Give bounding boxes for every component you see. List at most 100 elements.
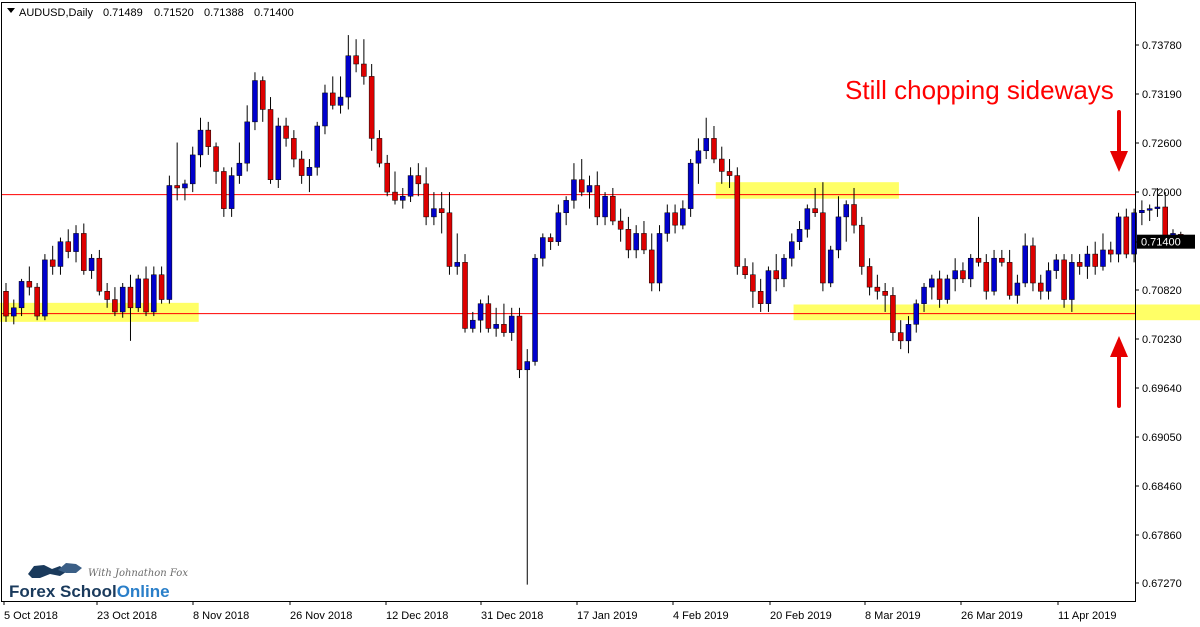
candle-body [34, 286, 40, 317]
candle-body [189, 154, 196, 185]
candle [368, 64, 375, 151]
candle-body [1154, 206, 1161, 209]
brand-name-part1: Forex School [9, 582, 117, 601]
candle [1061, 254, 1067, 308]
candle-body [602, 195, 608, 218]
y-tick-label: 0.67860 [1142, 530, 1182, 542]
candle-body [617, 220, 624, 230]
candle-body [594, 185, 601, 218]
candle-body [384, 162, 390, 193]
candle-body [267, 109, 274, 180]
candle-body [501, 324, 507, 333]
x-tick-label: 31 Dec 2018 [481, 610, 543, 622]
candle-body [610, 195, 616, 222]
x-tick-label: 5 Oct 2018 [4, 610, 58, 622]
y-tick-label: 0.70230 [1142, 334, 1182, 346]
candle-body [796, 229, 803, 242]
candle-body [913, 303, 920, 325]
candle-body [306, 167, 313, 176]
candle-body [174, 185, 180, 189]
y-tick-label: 0.68460 [1142, 481, 1182, 493]
candle-body [983, 262, 990, 292]
candle-body [493, 324, 499, 329]
candle [314, 121, 320, 176]
candle [34, 283, 40, 321]
candle-body [431, 208, 437, 218]
candle-body [967, 257, 974, 280]
candle-body [672, 212, 678, 226]
x-tick-label: 23 Oct 2018 [97, 610, 157, 622]
candle-body [999, 257, 1005, 263]
candle-body [1108, 249, 1114, 255]
low-value: 0.71388 [204, 7, 244, 19]
candle-body [944, 278, 951, 300]
zone-1 [0, 302, 199, 322]
high-value: 0.71520 [154, 7, 194, 19]
candle-body [789, 241, 795, 259]
candle-body [874, 286, 881, 292]
candle-body [1076, 262, 1083, 267]
candle-body [119, 286, 126, 313]
candle-body [711, 138, 717, 160]
candle-body [687, 162, 694, 209]
y-tick-label: 0.72600 [1142, 138, 1182, 150]
candle-body [345, 55, 352, 98]
candle [827, 245, 834, 288]
candle-body [960, 270, 966, 280]
candle-body [11, 307, 17, 317]
candle-body [400, 195, 406, 201]
candle-body [104, 291, 110, 300]
candle [1030, 237, 1036, 292]
candle-body [1030, 245, 1036, 284]
x-tick-label: 26 Nov 2018 [290, 610, 352, 622]
price-chart: 0.73780 0.73190 0.72600 0.72000 0.70820 0.702… [0, 0, 1200, 627]
candle-body [127, 286, 134, 309]
candle-body [454, 262, 460, 267]
candle-body [555, 212, 562, 242]
zone-2 [715, 182, 899, 199]
candle-body [742, 266, 748, 275]
candle-body [166, 185, 173, 300]
candle-body [851, 204, 857, 226]
candle-body [540, 237, 546, 259]
candle-body [1037, 282, 1044, 292]
candle [687, 159, 694, 217]
candle-body [734, 175, 741, 267]
candle-body [96, 257, 103, 292]
brand-logo: With Johnathon Fox Forex SchoolOnline [9, 563, 188, 601]
candle-body [843, 204, 849, 218]
current-price-label: 0.71400 [1141, 237, 1181, 249]
candle [267, 97, 274, 184]
candle-body [532, 257, 538, 362]
candle-body [524, 361, 531, 371]
candle-body [438, 208, 445, 214]
candle-body [859, 224, 865, 267]
candle-body [368, 76, 375, 139]
candle-body [929, 278, 935, 288]
candle-body [804, 208, 811, 230]
candle-body [1115, 216, 1122, 255]
candle-body [1139, 210, 1145, 214]
candle-body [578, 179, 585, 193]
candle [275, 117, 282, 188]
candle-body [151, 274, 157, 313]
candle-body [252, 80, 258, 123]
candle-body [49, 259, 56, 267]
candle-body [26, 281, 33, 288]
x-tick-label: 4 Feb 2019 [673, 610, 729, 622]
candle [890, 287, 896, 341]
candle-body [182, 183, 188, 189]
candle-body [112, 299, 118, 313]
candle-body [158, 274, 165, 300]
close-value: 0.71400 [254, 7, 294, 19]
candle [734, 167, 741, 275]
annotation-text: Still chopping sideways [845, 75, 1114, 105]
candle [516, 307, 523, 379]
candle-body [1069, 262, 1075, 300]
candle-body [392, 191, 398, 201]
candle-body [1006, 262, 1013, 296]
y-tick-label: 0.69050 [1142, 432, 1182, 444]
candle [135, 274, 142, 312]
candle-body [897, 332, 904, 342]
candle-body [952, 270, 958, 280]
